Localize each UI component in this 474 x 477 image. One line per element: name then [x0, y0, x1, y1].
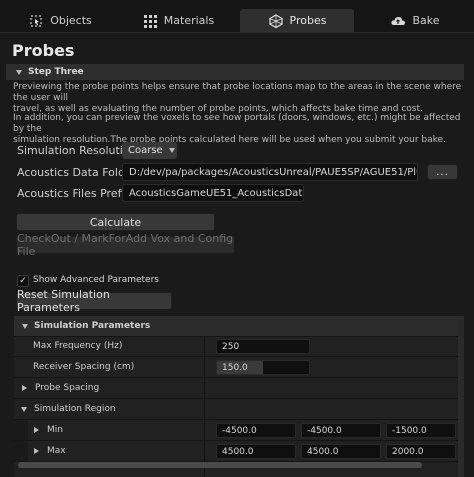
min-y-input[interactable]: -4500.0	[301, 423, 381, 438]
simulation-region-row[interactable]: Simulation Region	[14, 399, 458, 420]
chevron-down-icon	[168, 148, 175, 153]
simulation-resolution-value: Coarse	[128, 145, 163, 156]
step-three-label: Step Three	[28, 67, 84, 77]
show-advanced-checkbox[interactable]: ✓	[17, 275, 29, 287]
max-z-input[interactable]: 2000.0	[386, 444, 456, 459]
tab-materials[interactable]: Materials	[122, 9, 234, 32]
tab-probes-label: Probes	[289, 14, 327, 27]
step-description-1: Previewing the probe points helps ensure…	[13, 82, 465, 115]
tab-objects-label: Objects	[50, 14, 92, 27]
max-x-input[interactable]: 4500.0	[216, 444, 296, 459]
tab-probes[interactable]: Probes	[240, 9, 354, 32]
tab-bar: Objects Materials Probes Bake	[0, 0, 474, 33]
min-z-input[interactable]: -1500.0	[386, 423, 456, 438]
receiver-spacing-value: 150.0	[222, 362, 248, 373]
data-folder-field[interactable]: D:/dev/pa/packages/AcousticsUnreal/PAUE5…	[122, 163, 418, 181]
expand-arrow-icon	[34, 427, 39, 433]
simulation-resolution-label: Simulation Resolution	[17, 144, 137, 157]
collapse-arrow-icon	[16, 69, 22, 75]
tab-bake[interactable]: Bake	[360, 9, 470, 32]
tab-objects[interactable]: Objects	[4, 9, 116, 32]
calculate-button[interactable]: Calculate	[16, 213, 215, 231]
page-title: Probes	[12, 41, 75, 60]
probes-icon	[268, 13, 283, 28]
vertical-scrollbar[interactable]	[458, 316, 464, 477]
reset-parameters-button[interactable]: Reset Simulation Parameters	[16, 288, 172, 314]
max-label: Max	[47, 446, 66, 456]
browse-folder-button[interactable]: ...	[427, 164, 458, 180]
files-prefix-label: Acoustics Files Prefix	[17, 187, 132, 200]
indent-gutter	[14, 420, 28, 440]
max-y-input[interactable]: 4500.0	[301, 444, 381, 459]
simulation-parameters-header[interactable]: Simulation Parameters	[14, 316, 458, 337]
objects-icon	[30, 14, 42, 27]
step-three-header[interactable]: Step Three	[6, 64, 464, 80]
step-description-2: In addition, you can preview the voxels …	[13, 113, 465, 146]
max-frequency-label: Max Frequency (Hz)	[33, 341, 123, 351]
files-prefix-field[interactable]: AcousticsGameUE51_AcousticsData	[122, 184, 304, 202]
horizontal-scrollbar[interactable]	[18, 462, 422, 468]
simulation-resolution-dropdown[interactable]: Coarse	[122, 142, 177, 159]
bake-cloud-icon	[391, 16, 406, 25]
min-label: Min	[47, 425, 63, 435]
collapse-arrow-icon	[22, 323, 28, 329]
checkout-button[interactable]: CheckOut / MarkForAdd Vox and Config Fil…	[16, 232, 235, 258]
receiver-spacing-slider[interactable]: 150.0	[216, 360, 310, 375]
show-advanced-label: Show Advanced Parameters	[33, 275, 159, 285]
paragraph-line: Previewing the probe points helps ensure…	[13, 82, 462, 103]
simulation-parameters-label: Simulation Parameters	[34, 321, 151, 331]
tab-bake-label: Bake	[412, 14, 440, 27]
min-x-input[interactable]: -4500.0	[216, 423, 296, 438]
simulation-region-label: Simulation Region	[34, 404, 116, 414]
probe-spacing-label: Probe Spacing	[35, 383, 100, 393]
receiver-spacing-label: Receiver Spacing (cm)	[33, 362, 135, 372]
probe-spacing-row[interactable]: Probe Spacing	[14, 378, 458, 399]
data-folder-label: Acoustics Data Folder	[17, 166, 137, 179]
max-frequency-input[interactable]: 250	[216, 339, 310, 354]
materials-icon	[143, 14, 157, 28]
collapse-arrow-icon	[21, 406, 27, 412]
tab-materials-label: Materials	[163, 14, 215, 27]
expand-arrow-icon	[34, 448, 39, 454]
indent-gutter	[14, 441, 28, 461]
paragraph-line: In addition, you can preview the voxels …	[13, 113, 461, 134]
expand-arrow-icon	[22, 385, 27, 391]
